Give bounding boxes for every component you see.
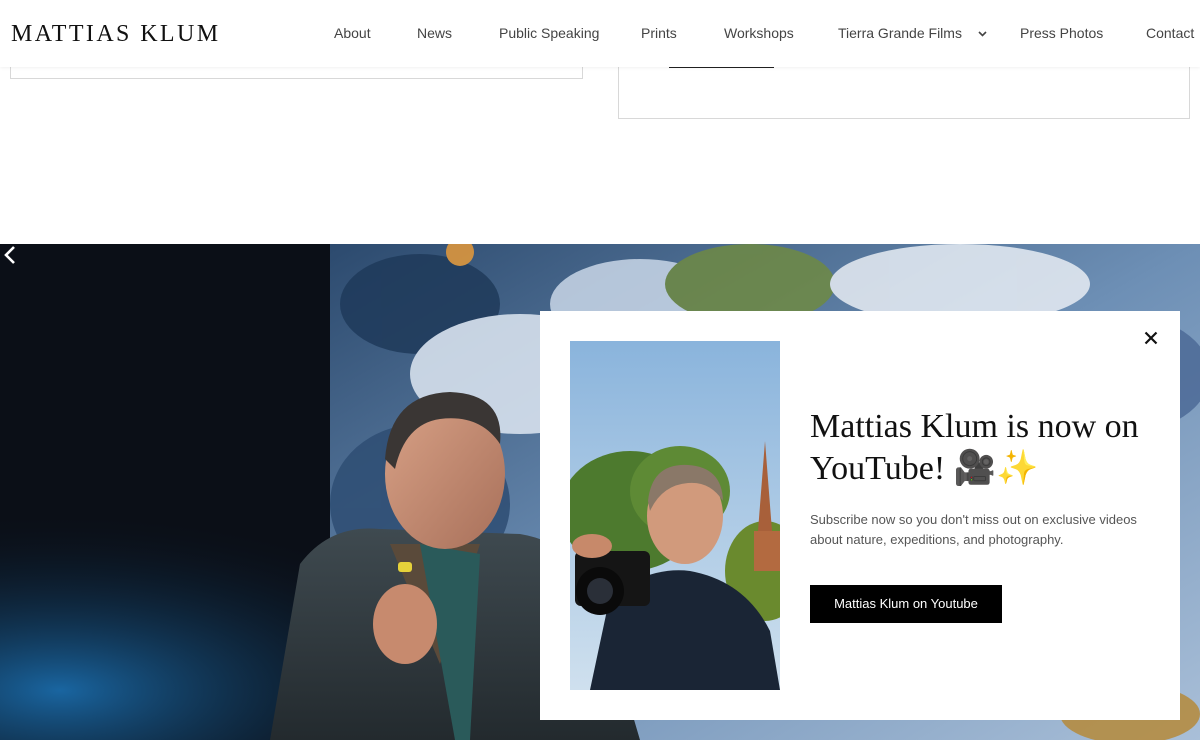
nav-item-workshops[interactable]: Workshops [724,25,794,42]
main-nav: About News Public Speaking Prints Worksh… [0,0,1200,67]
card-divider [669,67,774,68]
nav-item-about[interactable]: About [334,25,371,42]
nav-item-news[interactable]: News [417,25,452,42]
chevron-left-icon[interactable] [0,244,22,266]
nav-item-contact[interactable]: Contact [1146,25,1194,42]
nav-item-label: Tierra Grande Films [838,25,962,41]
nav-item-press-photos[interactable]: Press Photos [1020,25,1103,42]
popup-title: Mattias Klum is now on YouTube! 🎥✨ [810,408,1139,487]
popup-description: Subscribe now so you don't miss out on e… [810,512,1137,547]
nav-item-prints[interactable]: Prints [641,25,677,42]
popup-portrait-photo [570,341,780,690]
youtube-popup: Mattias Klum is now on YouTube! 🎥✨ Subsc… [540,311,1180,720]
site-header: MATTIAS KLUM About News Public Speaking … [0,0,1200,67]
youtube-button[interactable]: Mattias Klum on Youtube [810,585,1002,623]
close-icon[interactable] [1144,331,1158,345]
nav-item-tierra-grande-films[interactable]: Tierra Grande Films [838,25,987,42]
photographer-portrait [570,341,780,690]
chevron-down-icon [978,31,987,37]
nav-item-public-speaking[interactable]: Public Speaking [499,25,599,42]
